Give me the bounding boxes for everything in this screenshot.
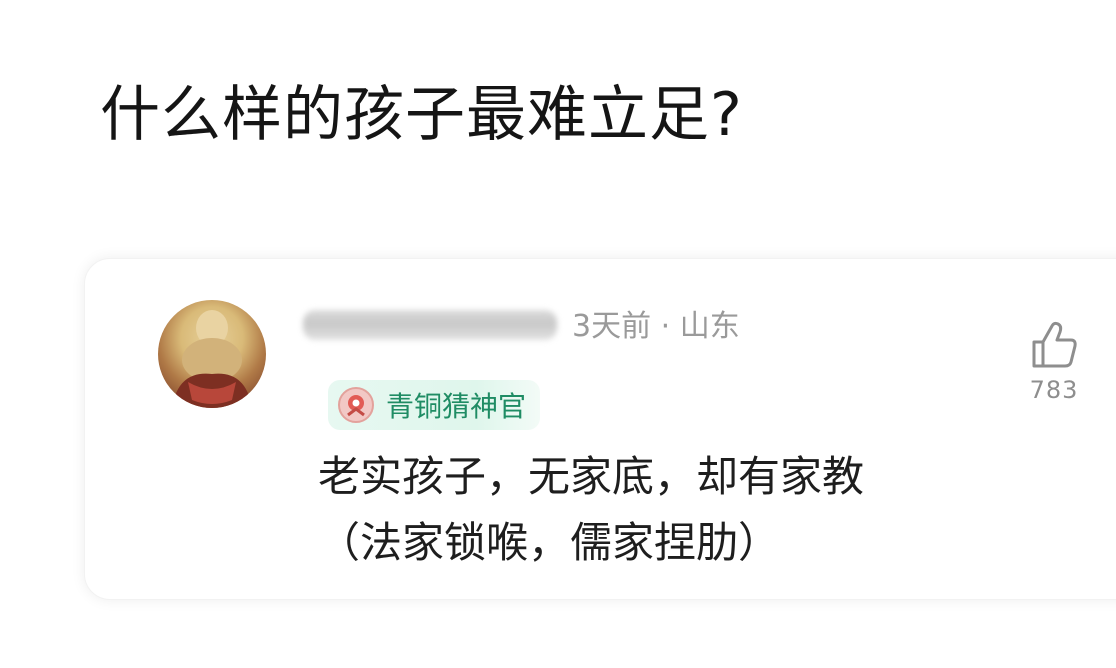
like-count: 783 — [1029, 376, 1079, 404]
comment-line-2: （法家锁喉，儒家捏肋） — [318, 518, 781, 567]
question-title: 什么样的孩子最难立足? — [100, 80, 743, 150]
badge-label: 青铜猜神官 — [386, 390, 527, 423]
thumbs-up-icon — [1028, 321, 1080, 374]
bronze-badge-icon — [336, 385, 376, 425]
comment-line-1: 老实孩子，无家底，却有家教 — [318, 452, 865, 501]
comment-body: 老实孩子，无家底，却有家教 （法家锁喉，儒家捏肋） — [318, 444, 864, 576]
like-button[interactable]: 783 — [1018, 320, 1090, 404]
comment-meta: 3天前 · 山东 — [572, 309, 740, 344]
username-blurred — [303, 310, 557, 340]
page: 什么样的孩子最难立足? 3天前 · 山东 青铜猜神官 老实孩子，无家底，却有家教… — [0, 0, 1116, 668]
user-badge[interactable]: 青铜猜神官 — [328, 380, 541, 430]
avatar[interactable] — [158, 300, 266, 408]
